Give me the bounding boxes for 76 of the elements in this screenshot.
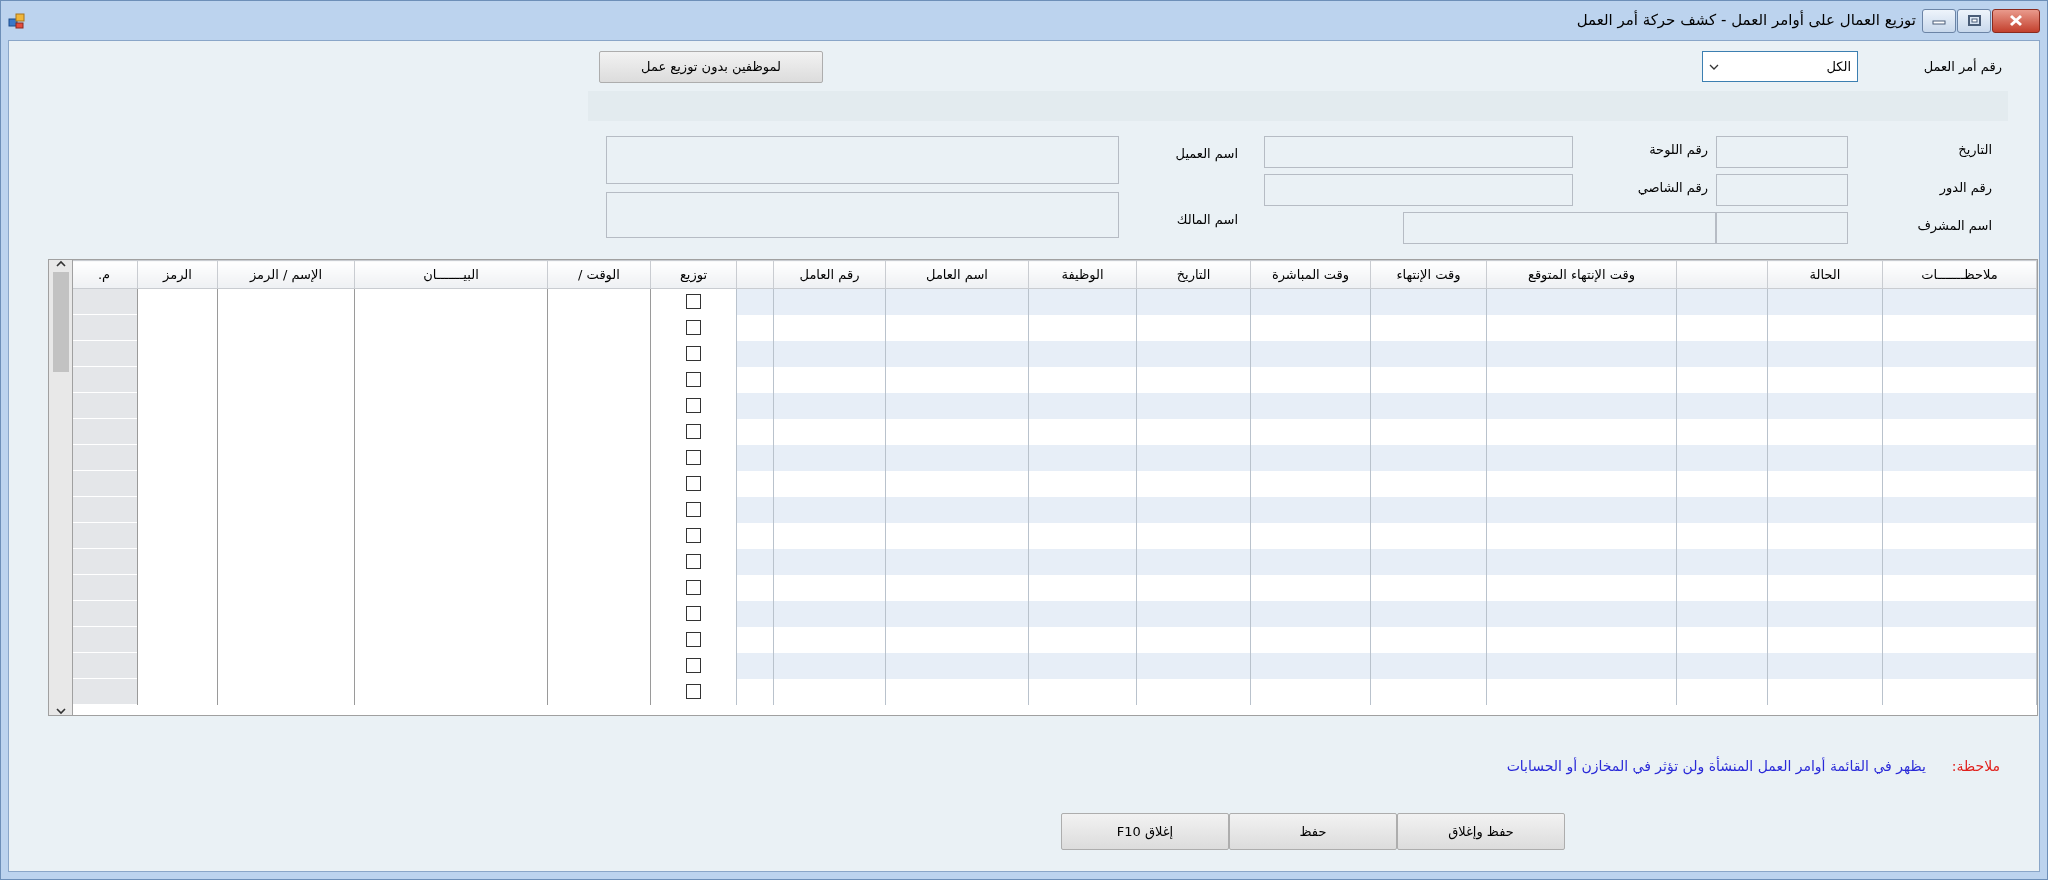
field-label: رقم اللوحة (1648, 141, 1709, 160)
scroll-down-icon (55, 707, 66, 715)
column-header[interactable]: الإسم / الرمز (217, 260, 355, 289)
checkbox[interactable] (686, 294, 701, 310)
checkbox[interactable] (686, 424, 701, 439)
checkbox[interactable] (686, 372, 701, 387)
column-header[interactable]: وقت المباشرة (1250, 260, 1371, 289)
scroll-up-icon (55, 260, 66, 268)
note-text: يظهر في القائمة أوامر العمل المنشأة ولن تؤثر في المخازن أو الحسابات (1506, 756, 1926, 777)
column-header[interactable]: الحالة (1767, 260, 1883, 289)
column-header[interactable]: الرمز (137, 260, 218, 289)
note-label: ملاحظة: (1951, 757, 2000, 776)
checkbox[interactable] (686, 502, 701, 517)
close-button[interactable]: إغلاق F10 (1061, 813, 1229, 850)
checkbox[interactable] (686, 632, 701, 647)
vertical-scrollbar[interactable] (48, 259, 72, 716)
close-button[interactable] (1992, 8, 2040, 33)
row-header[interactable] (73, 496, 138, 523)
column-header[interactable] (736, 260, 774, 289)
column-header[interactable]: وقت الإنتهاء المتوقع (1486, 260, 1677, 289)
row-header[interactable] (73, 548, 138, 575)
row-header[interactable] (73, 574, 138, 601)
column-header[interactable]: م. (73, 260, 138, 289)
column-header[interactable]: البيـــــــان (354, 260, 548, 289)
unassigned-employees-button[interactable]: لموظفين بدون توزيع عمل (599, 50, 823, 83)
column-header[interactable]: ملاحظـــــــات (1882, 260, 2037, 289)
column-header[interactable] (1676, 260, 1768, 289)
work-order-dropdown[interactable]: الكل (1702, 51, 1858, 82)
checkbox[interactable] (686, 346, 701, 361)
restore-button[interactable] (1957, 8, 1991, 33)
chevron-down-icon (1709, 63, 1719, 70)
row-header[interactable] (73, 652, 138, 679)
column-header[interactable]: توزيع (650, 260, 737, 289)
checkbox[interactable] (686, 398, 701, 413)
checkbox[interactable] (686, 476, 701, 491)
row-header[interactable] (73, 418, 138, 445)
field-label: التاريخ (1957, 141, 1993, 159)
column-header[interactable]: رقم العامل (773, 260, 886, 289)
checkbox[interactable] (686, 580, 701, 595)
row-header[interactable] (73, 626, 138, 653)
row-header[interactable] (73, 522, 138, 549)
field-label: اسم المشرف (1916, 217, 1993, 236)
minimize-button[interactable] (1922, 8, 1956, 33)
row-header[interactable] (73, 600, 138, 627)
close-icon (2009, 14, 2023, 27)
checkbox[interactable] (686, 320, 701, 335)
row-header[interactable] (73, 392, 138, 419)
column-header[interactable]: اسم العامل (885, 260, 1029, 289)
restore-icon (1967, 15, 1981, 26)
field-label: اسم العميل (1174, 145, 1239, 164)
checkbox[interactable] (686, 684, 701, 699)
save-and-close-button[interactable]: حفظ وإغلاق (1397, 813, 1565, 850)
row-header[interactable] (73, 340, 138, 367)
field-label: رقم الشاصي (1636, 179, 1709, 198)
checkbox[interactable] (686, 658, 701, 673)
row-header[interactable] (73, 288, 138, 315)
column-header[interactable]: التاريخ (1136, 260, 1251, 289)
column-header[interactable]: الوقت / (547, 260, 651, 289)
field-label: رقم الدور (1938, 179, 1993, 198)
checkbox[interactable] (686, 606, 701, 621)
row-header[interactable] (73, 366, 138, 393)
field-label: رقم أمر العمل (1922, 57, 2003, 77)
column-header[interactable]: وقت الإنتهاء (1370, 260, 1487, 289)
window-title: توزيع العمال على أوامر العمل - كشف حركة أمر العمل (1576, 9, 1916, 32)
app-icon (8, 12, 25, 29)
checkbox[interactable] (686, 528, 701, 543)
column-header[interactable]: الوظيفة (1028, 260, 1137, 289)
field-label: اسم المالك (1175, 211, 1239, 230)
save-button[interactable]: حفظ (1229, 813, 1397, 850)
row-header[interactable] (73, 678, 138, 705)
checkbox[interactable] (686, 450, 701, 465)
scrollbar-thumb[interactable] (52, 272, 69, 372)
row-header[interactable] (73, 470, 138, 497)
row-header[interactable] (73, 444, 138, 471)
checkbox[interactable] (686, 554, 701, 569)
row-header[interactable] (73, 314, 138, 341)
